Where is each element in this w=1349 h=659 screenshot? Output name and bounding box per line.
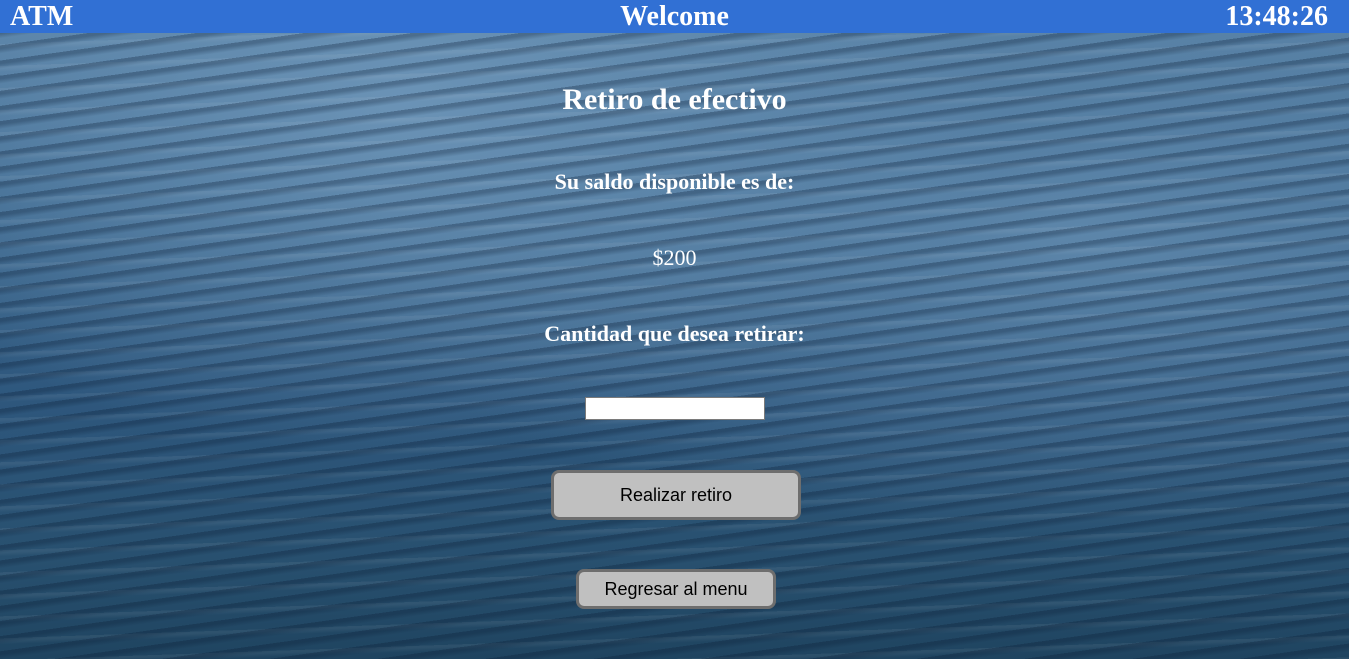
header-title: Welcome	[620, 1, 729, 32]
app-brand: ATM	[10, 1, 74, 32]
withdraw-panel: Retiro de efectivo Su saldo disponible e…	[0, 33, 1349, 659]
balance-value: $200	[652, 245, 697, 270]
page-title: Retiro de efectivo	[562, 83, 787, 116]
amount-label: Cantidad que desea retirar:	[544, 321, 805, 346]
withdraw-button[interactable]: Realizar retiro	[551, 470, 801, 520]
clock: 13:48:26	[1225, 1, 1328, 32]
top-bar: Welcome ATM 13:48:26	[0, 0, 1349, 33]
balance-label: Su saldo disponible es de:	[554, 169, 795, 194]
amount-input[interactable]	[585, 397, 765, 420]
back-to-menu-button[interactable]: Regresar al menu	[576, 569, 776, 609]
